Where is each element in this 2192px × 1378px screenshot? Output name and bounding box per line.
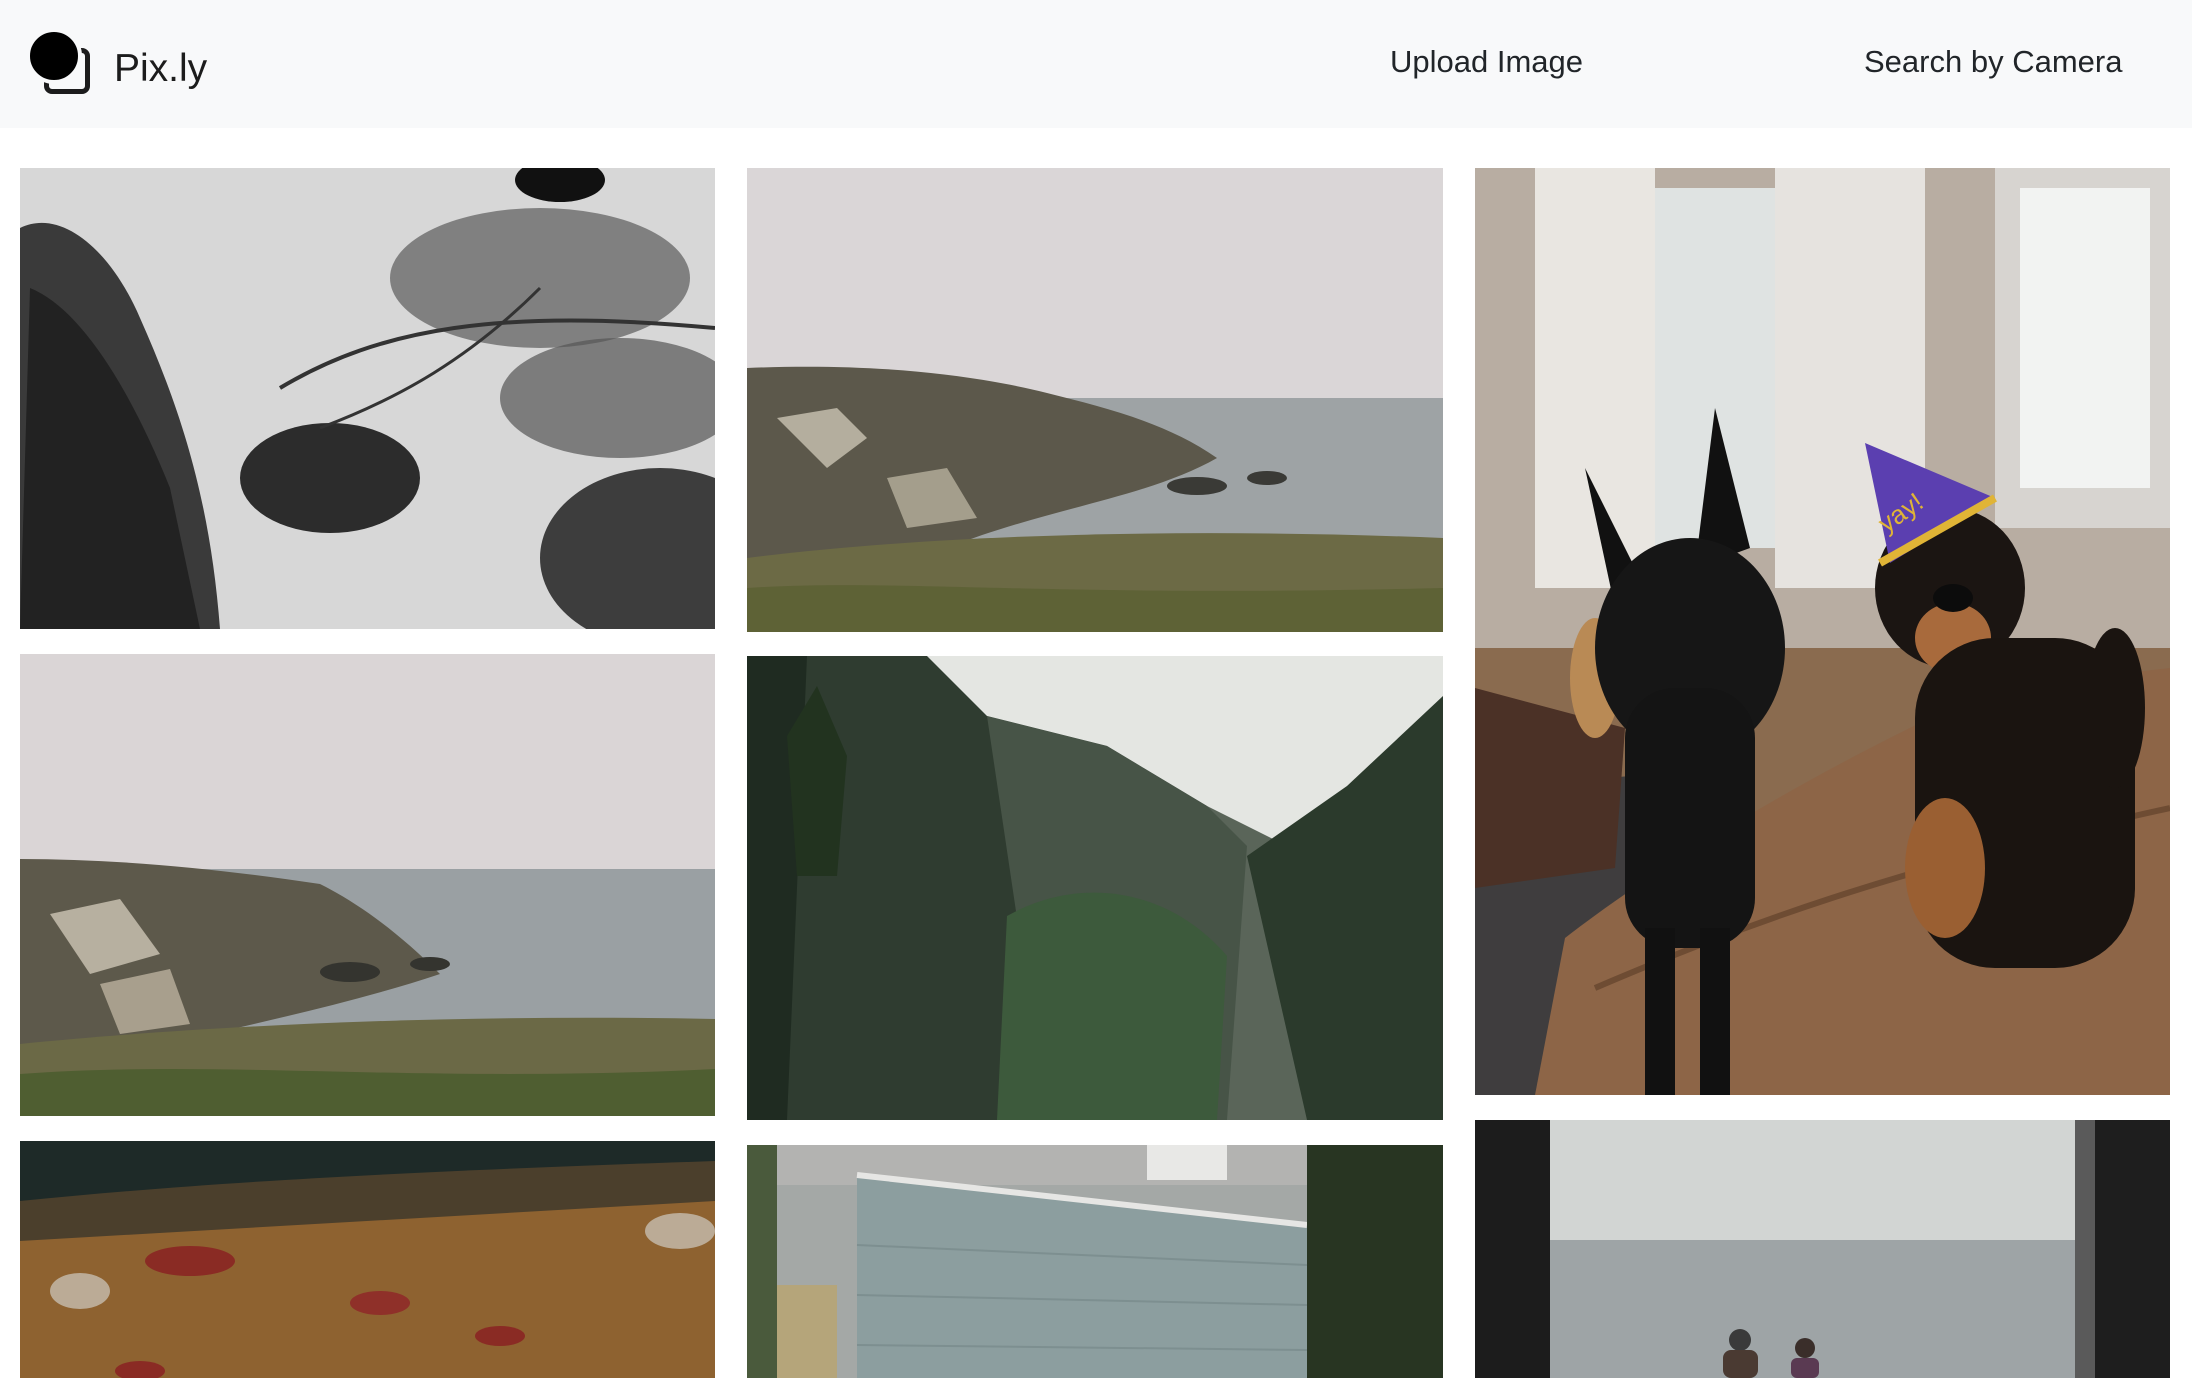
gallery-image-dogs[interactable]: yay!: [1475, 168, 2170, 1095]
gallery-image-coast-2[interactable]: [20, 654, 715, 1116]
coast-photo: [747, 168, 1443, 632]
forest-photo: [747, 656, 1443, 1120]
gallery-image-lights[interactable]: [20, 1141, 715, 1378]
tree-photo: [20, 168, 715, 629]
dogs-photo: yay!: [1475, 168, 2170, 1095]
sea-photo: [1475, 1120, 2170, 1378]
gallery-image-tree-bw[interactable]: [20, 168, 715, 629]
lights-photo: [20, 1141, 715, 1378]
coast-photo-2: [20, 654, 715, 1116]
search-by-camera-link[interactable]: Search by Camera: [1864, 44, 2122, 80]
brand-name: Pix.ly: [114, 47, 208, 90]
gallery-image-forest[interactable]: [747, 656, 1443, 1120]
upload-image-link[interactable]: Upload Image: [1390, 44, 1583, 80]
gallery-image-window-sea[interactable]: [1475, 1120, 2170, 1378]
gallery-image-coast-1[interactable]: [747, 168, 1443, 632]
brand-link[interactable]: Pix.ly: [26, 28, 208, 100]
navbar: Pix.ly Upload Image Search by Camera: [0, 0, 2192, 128]
house-photo: [747, 1145, 1443, 1378]
gallery-image-house[interactable]: [747, 1145, 1443, 1378]
logo-icon: [26, 28, 96, 98]
